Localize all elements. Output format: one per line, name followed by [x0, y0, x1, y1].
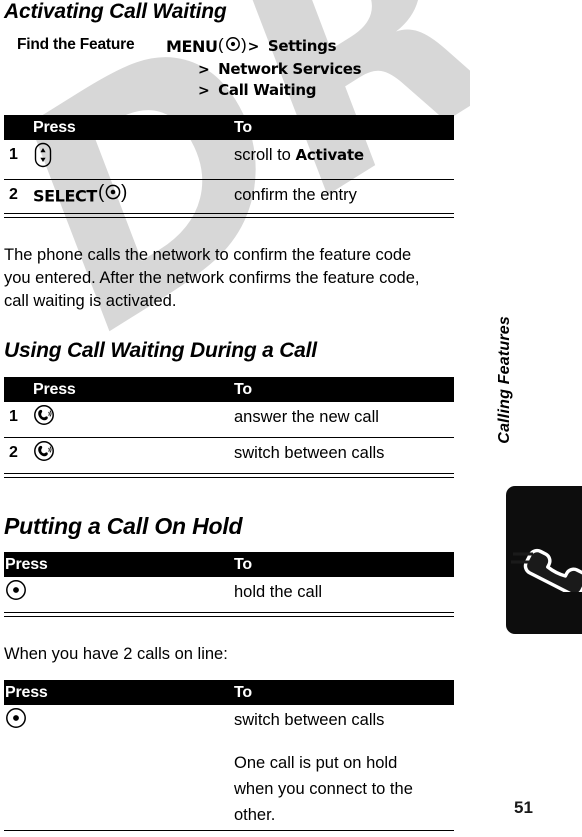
menu-target-network-services: Network Services: [218, 60, 362, 78]
menu-separator-3: >: [198, 83, 210, 99]
table-row: 2 SELECT ( ) confirm the entry: [4, 180, 454, 214]
section-title-using-call-waiting: Using Call Waiting During a Call: [4, 339, 317, 362]
svg-text:(: (: [98, 182, 105, 202]
step-to-cell: confirm the entry: [234, 186, 357, 204]
header-press: Press: [5, 555, 48, 573]
find-the-feature-path: MENU ( ) > Settings > Network Services >…: [166, 35, 454, 101]
section-title-putting-on-hold: Putting a Call On Hold: [4, 513, 243, 539]
table-header-row: Press To: [4, 680, 454, 705]
page-content: Activating Call Waiting Find the Feature…: [0, 0, 470, 837]
step-number: 1: [9, 408, 18, 425]
table-row: hold the call: [4, 577, 454, 613]
step-to-cell: hold the call: [234, 583, 323, 601]
header-to: To: [234, 380, 252, 398]
paragraph-two-calls-on-line: When you have 2 calls on line:: [4, 645, 228, 663]
step-to-cell: scroll to Activate: [234, 142, 454, 168]
step-number: 2: [9, 444, 18, 461]
steps-table-using: Press To 1 answer the new call 2 switch …: [4, 377, 454, 478]
header-to: To: [234, 683, 252, 701]
center-select-key-icon: ( ): [218, 35, 248, 59]
menu-path-line-1: MENU ( ) > Settings: [166, 35, 454, 59]
menu-label: MENU: [166, 37, 218, 56]
menu-separator-2: >: [198, 62, 210, 78]
chapter-label: Calling Features: [496, 316, 513, 444]
steps-table-hold: Press To hold the call: [4, 552, 454, 617]
find-the-feature-label: Find the Feature: [17, 36, 135, 53]
page-number: 51: [514, 798, 533, 817]
header-press: Press: [33, 380, 76, 398]
header-press: Press: [5, 683, 48, 701]
menu-target-settings: Settings: [267, 37, 337, 55]
step-press-cell: [26, 142, 234, 177]
step-number: 2: [9, 186, 18, 203]
header-press: Press: [33, 118, 76, 136]
paragraph-activating-explanation: The phone calls the network to confirm t…: [4, 246, 420, 310]
svg-text:): ): [121, 182, 127, 202]
center-select-key-icon: ( ): [97, 182, 129, 211]
header-to: To: [234, 118, 252, 136]
phone-handset-icon: [511, 530, 582, 597]
select-softkey-label: SELECT: [33, 186, 97, 206]
menu-path-line-2: > Network Services: [166, 59, 454, 80]
table-row: 1 answer the new call: [4, 402, 454, 438]
step-to-text: scroll to: [234, 146, 296, 164]
svg-text:(: (: [218, 35, 224, 53]
steps-table-two-calls: Press To switch between calls One call i…: [4, 680, 454, 831]
step-press-cell: [4, 579, 234, 610]
chapter-sidebar: Calling Features: [470, 0, 582, 837]
svg-text:): ): [241, 35, 247, 53]
step-press-cell: SELECT ( ): [26, 182, 234, 211]
menu-target-call-waiting: Call Waiting: [218, 81, 317, 99]
send-key-icon: [33, 440, 55, 471]
menu-separator-1: >: [247, 39, 260, 55]
scroll-key-icon: [33, 142, 53, 177]
step-to-cell: switch between calls: [234, 444, 385, 462]
center-select-key-icon: [5, 579, 27, 610]
table-header-row: Press To: [4, 552, 454, 577]
header-to: To: [234, 555, 252, 573]
step-note-cell: One call is put on hold when you connect…: [234, 754, 413, 824]
send-key-icon: [33, 404, 55, 435]
step-to-cell: switch between calls: [234, 711, 385, 729]
step-number: 1: [9, 146, 18, 163]
section-title-activating-call-waiting: Activating Call Waiting: [4, 0, 227, 23]
find-the-feature-block: Find the Feature MENU ( ) > Settings > N…: [4, 35, 454, 101]
steps-table-activating: Press To 1 scroll to Activate 2 SELECT (…: [4, 115, 454, 218]
step-press-cell: [26, 404, 234, 435]
step-press-cell: [4, 707, 234, 738]
menu-path-line-3: > Call Waiting: [166, 80, 454, 101]
table-row: One call is put on hold when you connect…: [4, 740, 454, 831]
table-row: 1 scroll to Activate: [4, 140, 454, 180]
center-select-key-icon: [5, 707, 27, 738]
text-column: Activating Call Waiting Find the Feature…: [4, 0, 454, 831]
table-header-row: Press To: [4, 115, 454, 140]
chapter-tab-calling-features: [506, 486, 582, 634]
table-row: 2 switch between calls: [4, 438, 454, 474]
table-row: switch between calls: [4, 705, 454, 740]
step-to-cell: answer the new call: [234, 408, 379, 426]
step-to-emphasis: Activate: [295, 146, 364, 164]
step-press-cell: [26, 440, 234, 471]
table-header-row: Press To: [4, 377, 454, 402]
